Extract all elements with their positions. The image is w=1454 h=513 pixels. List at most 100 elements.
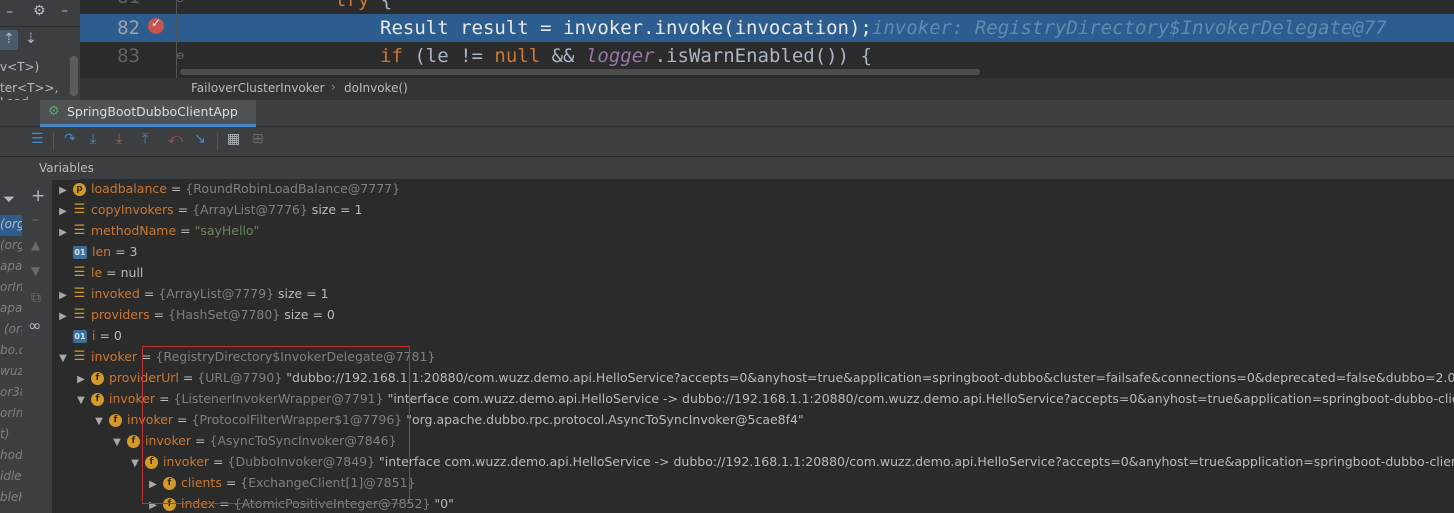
sort-up-button[interactable]: ⇡ <box>0 30 18 50</box>
drop-frame-icon[interactable]: ⤺ <box>168 131 183 147</box>
variable-row[interactable]: ▶ f providerUrl = {URL@7790} "dubbo://192.… <box>74 367 1454 388</box>
variable-row[interactable]: ▶ ☰ providers = {HashSet@7780} size = 0 <box>56 304 335 325</box>
collapse-arrow-icon[interactable]: ▼ <box>128 453 142 474</box>
breakpoint-icon[interactable]: ✓ <box>148 16 164 34</box>
code-keyword-null: null <box>494 45 541 67</box>
breadcrumb-method[interactable]: doInvoke() <box>344 81 408 95</box>
variable-row[interactable]: ▶ ☰ invoked = {ArrayList@7779} size = 1 <box>56 283 328 306</box>
debug-toolbar: ☰ ↷ ⤓ ⤓ ⤒ ⤺ ↘ ▦ ⊞ <box>0 127 1454 157</box>
code-keyword-try: try <box>335 0 370 11</box>
frame-fragment-4[interactable]: apa <box>0 301 22 315</box>
frame-fragment-10[interactable]: t) <box>0 427 9 441</box>
expand-arrow-icon[interactable]: ▶ <box>56 285 70 306</box>
equals-sign: = <box>173 412 192 427</box>
evaluate-expression-icon[interactable]: ▦ <box>227 131 240 147</box>
move-up-icon[interactable]: ▲ <box>31 238 40 252</box>
variable-type: {AtomicPositiveInteger@7852} <box>233 496 431 511</box>
force-step-into-icon[interactable]: ⤓ <box>116 131 122 147</box>
code-line-83[interactable]: if (le != null && logger.isWarnEnabled()… <box>380 42 872 70</box>
variable-row[interactable]: ▼ f invoker = {ProtocolFilterWrapper$1@779… <box>92 409 804 430</box>
variable-row[interactable]: ▶ p loadbalance = {RoundRobinLoadBalance@7… <box>56 180 400 199</box>
expand-arrow-icon[interactable]: ▶ <box>74 369 88 390</box>
filter-icon[interactable]: ⏷ <box>3 190 15 208</box>
step-over-icon[interactable]: ↷ <box>64 131 76 147</box>
variable-name: len <box>92 244 112 259</box>
variable-type: {ArrayList@7776} <box>192 202 308 217</box>
variable-value: size = 0 <box>280 307 335 322</box>
collapse-arrow-icon[interactable]: ▼ <box>74 390 88 411</box>
inline-debug-hint: invoker: RegistryDirectory$InvokerDelega… <box>871 17 1387 39</box>
toolbar-divider <box>53 133 54 150</box>
code-line-81[interactable]: try { <box>335 0 392 14</box>
arrow-down-icon[interactable]: ⇣ <box>25 31 37 47</box>
variables-tree[interactable]: ▶ p loadbalance = {RoundRobinLoadBalance@7… <box>53 180 1454 513</box>
step-out-icon[interactable]: ⤒ <box>142 131 148 147</box>
hide-icon[interactable]: – <box>61 3 68 19</box>
gear-icon[interactable]: ⚙ <box>33 3 46 19</box>
copy-icon[interactable]: ⧉ <box>31 290 41 306</box>
fold-icon-83[interactable]: ⊖ <box>176 51 184 62</box>
toolbar-divider-2 <box>217 133 218 150</box>
variable-type: {URL@7790} <box>197 370 283 385</box>
variable-value: "interface com.wuzz.demo.api.HelloServic… <box>387 391 1454 406</box>
code-line-82[interactable]: Result result = invoker.invoke(invocatio… <box>380 14 1387 42</box>
step-into-icon[interactable]: ⤓ <box>90 131 96 147</box>
move-down-icon[interactable]: ▼ <box>31 264 40 278</box>
variable-row[interactable]: ▶ f index = {AtomicPositiveInteger@7852} "… <box>146 493 454 513</box>
equals-sign: = <box>191 433 210 448</box>
left-scrollbar[interactable] <box>70 56 78 96</box>
variable-row[interactable]: 01 len = 3 <box>56 241 137 262</box>
tab-springboot-dubbo-client-app[interactable]: ⚙ SpringBootDubboClientApp <box>40 100 256 127</box>
expand-arrow-icon[interactable]: ▶ <box>56 306 70 327</box>
expand-arrow-icon[interactable]: ▶ <box>56 201 70 222</box>
equals-sign: = <box>102 265 121 280</box>
variable-row[interactable]: 01 i = 0 <box>56 325 122 346</box>
variable-row[interactable]: ▶ f clients = {ExchangeClient[1]@7851} <box>146 472 415 493</box>
variable-value: "sayHello" <box>194 223 260 238</box>
collapse-arrow-icon[interactable]: ▼ <box>92 411 106 432</box>
expand-arrow-icon[interactable]: ▶ <box>56 180 70 201</box>
variable-row[interactable]: ▶ ☰ methodName = "sayHello" <box>56 220 259 241</box>
add-watch-icon[interactable]: + <box>31 186 45 206</box>
remove-watch-icon[interactable]: – <box>32 212 39 228</box>
field-icon: f <box>109 414 122 427</box>
variable-value: "interface com.wuzz.demo.api.HelloServic… <box>375 454 1454 469</box>
variable-value: size = 1 <box>307 202 363 217</box>
variable-row[interactable]: ▼ ☰ invoker = {RegistryDirectory$InvokerDe… <box>56 346 435 367</box>
collapse-arrow-icon[interactable]: ▼ <box>56 348 70 369</box>
trace-icon[interactable]: ⊞ <box>252 131 264 147</box>
variable-row[interactable]: ▼ f invoker = {DubboInvoker@7849} "interfa… <box>128 451 1454 472</box>
variable-name: invoker <box>145 433 192 448</box>
variable-row[interactable]: ☰ le = null <box>56 262 144 283</box>
line-number-81: 81 <box>80 0 140 8</box>
equals-sign: = <box>149 307 169 322</box>
gutter-divider <box>176 0 177 78</box>
horizontal-scrollbar[interactable] <box>180 69 980 75</box>
variable-icon: ☰ <box>73 202 86 217</box>
breadcrumb: FailoverClusterInvoker › doInvoke() <box>80 78 1454 100</box>
expand-arrow-icon[interactable]: ▶ <box>146 495 160 513</box>
variable-row[interactable]: ▶ ☰ copyInvokers = {ArrayList@7776} size =… <box>56 199 362 220</box>
fold-icon-81[interactable]: ⊖ <box>176 0 184 5</box>
variable-row[interactable]: ▼ f invoker = {ListenerInvokerWrapper@7791… <box>74 388 1454 409</box>
field-icon: f <box>91 372 104 385</box>
frame-fragment-11[interactable]: hod <box>0 448 23 462</box>
variable-row[interactable]: ▼ f invoker = {AsyncToSyncInvoker@7846} <box>110 430 397 451</box>
frames-list-icon[interactable]: ☰ <box>31 131 44 147</box>
equals-sign: = <box>209 454 228 469</box>
expand-arrow-icon[interactable]: ▶ <box>56 222 70 243</box>
code-editor[interactable]: 81 82 83 ✓ ⊖ ⊖ try { Result result = inv… <box>80 0 1454 78</box>
run-to-cursor-icon[interactable]: ↘ <box>194 131 206 147</box>
variable-type: {RegistryDirectory$InvokerDelegate@7781} <box>155 349 436 364</box>
breadcrumb-class[interactable]: FailoverClusterInvoker <box>191 81 325 95</box>
variable-name: le <box>91 265 103 280</box>
variables-header: Variables <box>22 157 1454 179</box>
glasses-icon[interactable]: ∞ <box>28 316 41 335</box>
expand-arrow-icon[interactable]: ▶ <box>146 474 160 495</box>
frame-fragment-2[interactable]: apa <box>0 259 22 273</box>
frame-fragment-0[interactable]: (org <box>0 217 25 231</box>
code-text-83c: .isWarnEnabled()) { <box>654 45 872 67</box>
minimize-icon[interactable]: – <box>6 4 13 20</box>
code-field-logger: logger <box>585 45 655 67</box>
collapse-arrow-icon[interactable]: ▼ <box>110 432 124 453</box>
